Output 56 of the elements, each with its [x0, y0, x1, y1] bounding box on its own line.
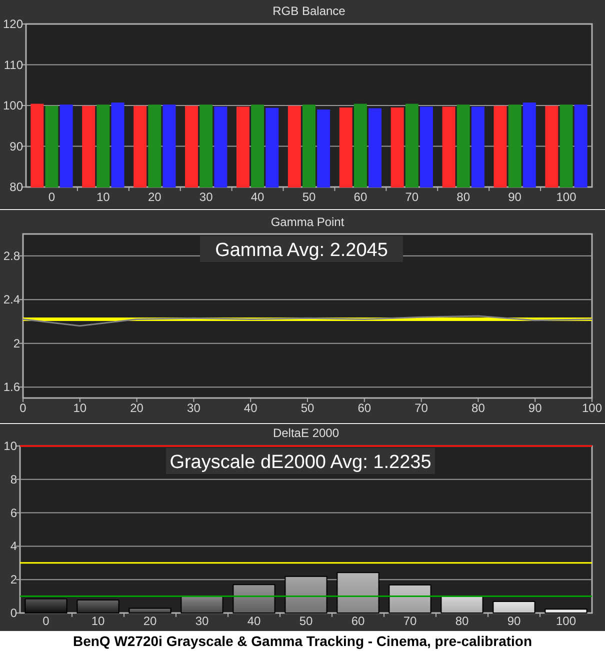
axis-label: 8 [10, 472, 17, 486]
axis-label: 2.8 [3, 248, 20, 263]
chart-title: DeltaE 2000 [272, 426, 340, 440]
axis-label: 10 [4, 439, 17, 453]
axis-label: 100 [582, 401, 602, 415]
axis-label: 20 [143, 614, 157, 628]
axis-label: 30 [199, 190, 213, 204]
axis-label: 80 [472, 401, 485, 415]
axis-label: 50 [299, 614, 313, 628]
axis-label: 40 [250, 190, 264, 204]
axis-label: 0 [48, 190, 56, 204]
axis-label: 60 [358, 401, 372, 415]
axis-label: 70 [405, 190, 419, 204]
axis-label: 20 [148, 190, 162, 204]
chart-title: Gamma Point [270, 215, 344, 229]
axis-label: 0 [20, 401, 26, 415]
axis-label: 30 [195, 614, 209, 628]
axis-label: 100 [556, 614, 576, 628]
axis-label: 80 [455, 614, 469, 628]
axis-label: 50 [300, 401, 314, 415]
axis-label: 0 [10, 606, 17, 620]
axis-label: 100 [556, 190, 576, 204]
axis-label: 110 [4, 58, 23, 72]
figure-caption: BenQ W2720i Grayscale & Gamma Tracking - Cinema, pre-calibration [72, 632, 532, 651]
axis-label: 50 [302, 190, 316, 204]
axis-label: 70 [414, 401, 428, 415]
axis-label: 90 [507, 614, 521, 628]
axis-label: 30 [187, 401, 200, 415]
axis-label: 100 [2, 98, 23, 112]
axis-label: 60 [354, 190, 368, 204]
axis-label: 0 [42, 614, 50, 628]
axis-label: 60 [351, 614, 365, 628]
axis-label: 10 [96, 190, 110, 204]
axis-label: 6 [10, 506, 17, 520]
axis-label: 2 [10, 572, 17, 587]
axis-label: 1.6 [3, 380, 20, 394]
axis-label: 40 [247, 614, 261, 628]
axis-label: 80 [456, 190, 470, 204]
axis-label: 10 [73, 401, 87, 415]
axis-label: 80 [10, 180, 23, 194]
axis-label: 90 [10, 139, 23, 154]
axis-label: 2 [13, 336, 20, 350]
axis-label: 90 [528, 401, 542, 415]
average-label: Gamma Avg: 2.2045 [200, 236, 403, 262]
axis-label: 90 [508, 190, 522, 204]
axis-label: 40 [244, 401, 258, 415]
axis-label: 120 [2, 17, 23, 31]
average-label: Grayscale dE2000 Avg: 1.2235 [166, 448, 435, 474]
axis-label: 70 [403, 614, 417, 628]
axis-label: 20 [130, 401, 144, 415]
chart-title: RGB Balance [272, 4, 346, 18]
annotation: Gamma Avg: 2.2045 [215, 240, 388, 261]
annotation: Grayscale dE2000 Avg: 1.2235 [170, 452, 432, 473]
axis-label: 10 [91, 614, 105, 628]
axis-label: 2.4 [3, 292, 20, 307]
axis-label: 4 [10, 539, 17, 554]
